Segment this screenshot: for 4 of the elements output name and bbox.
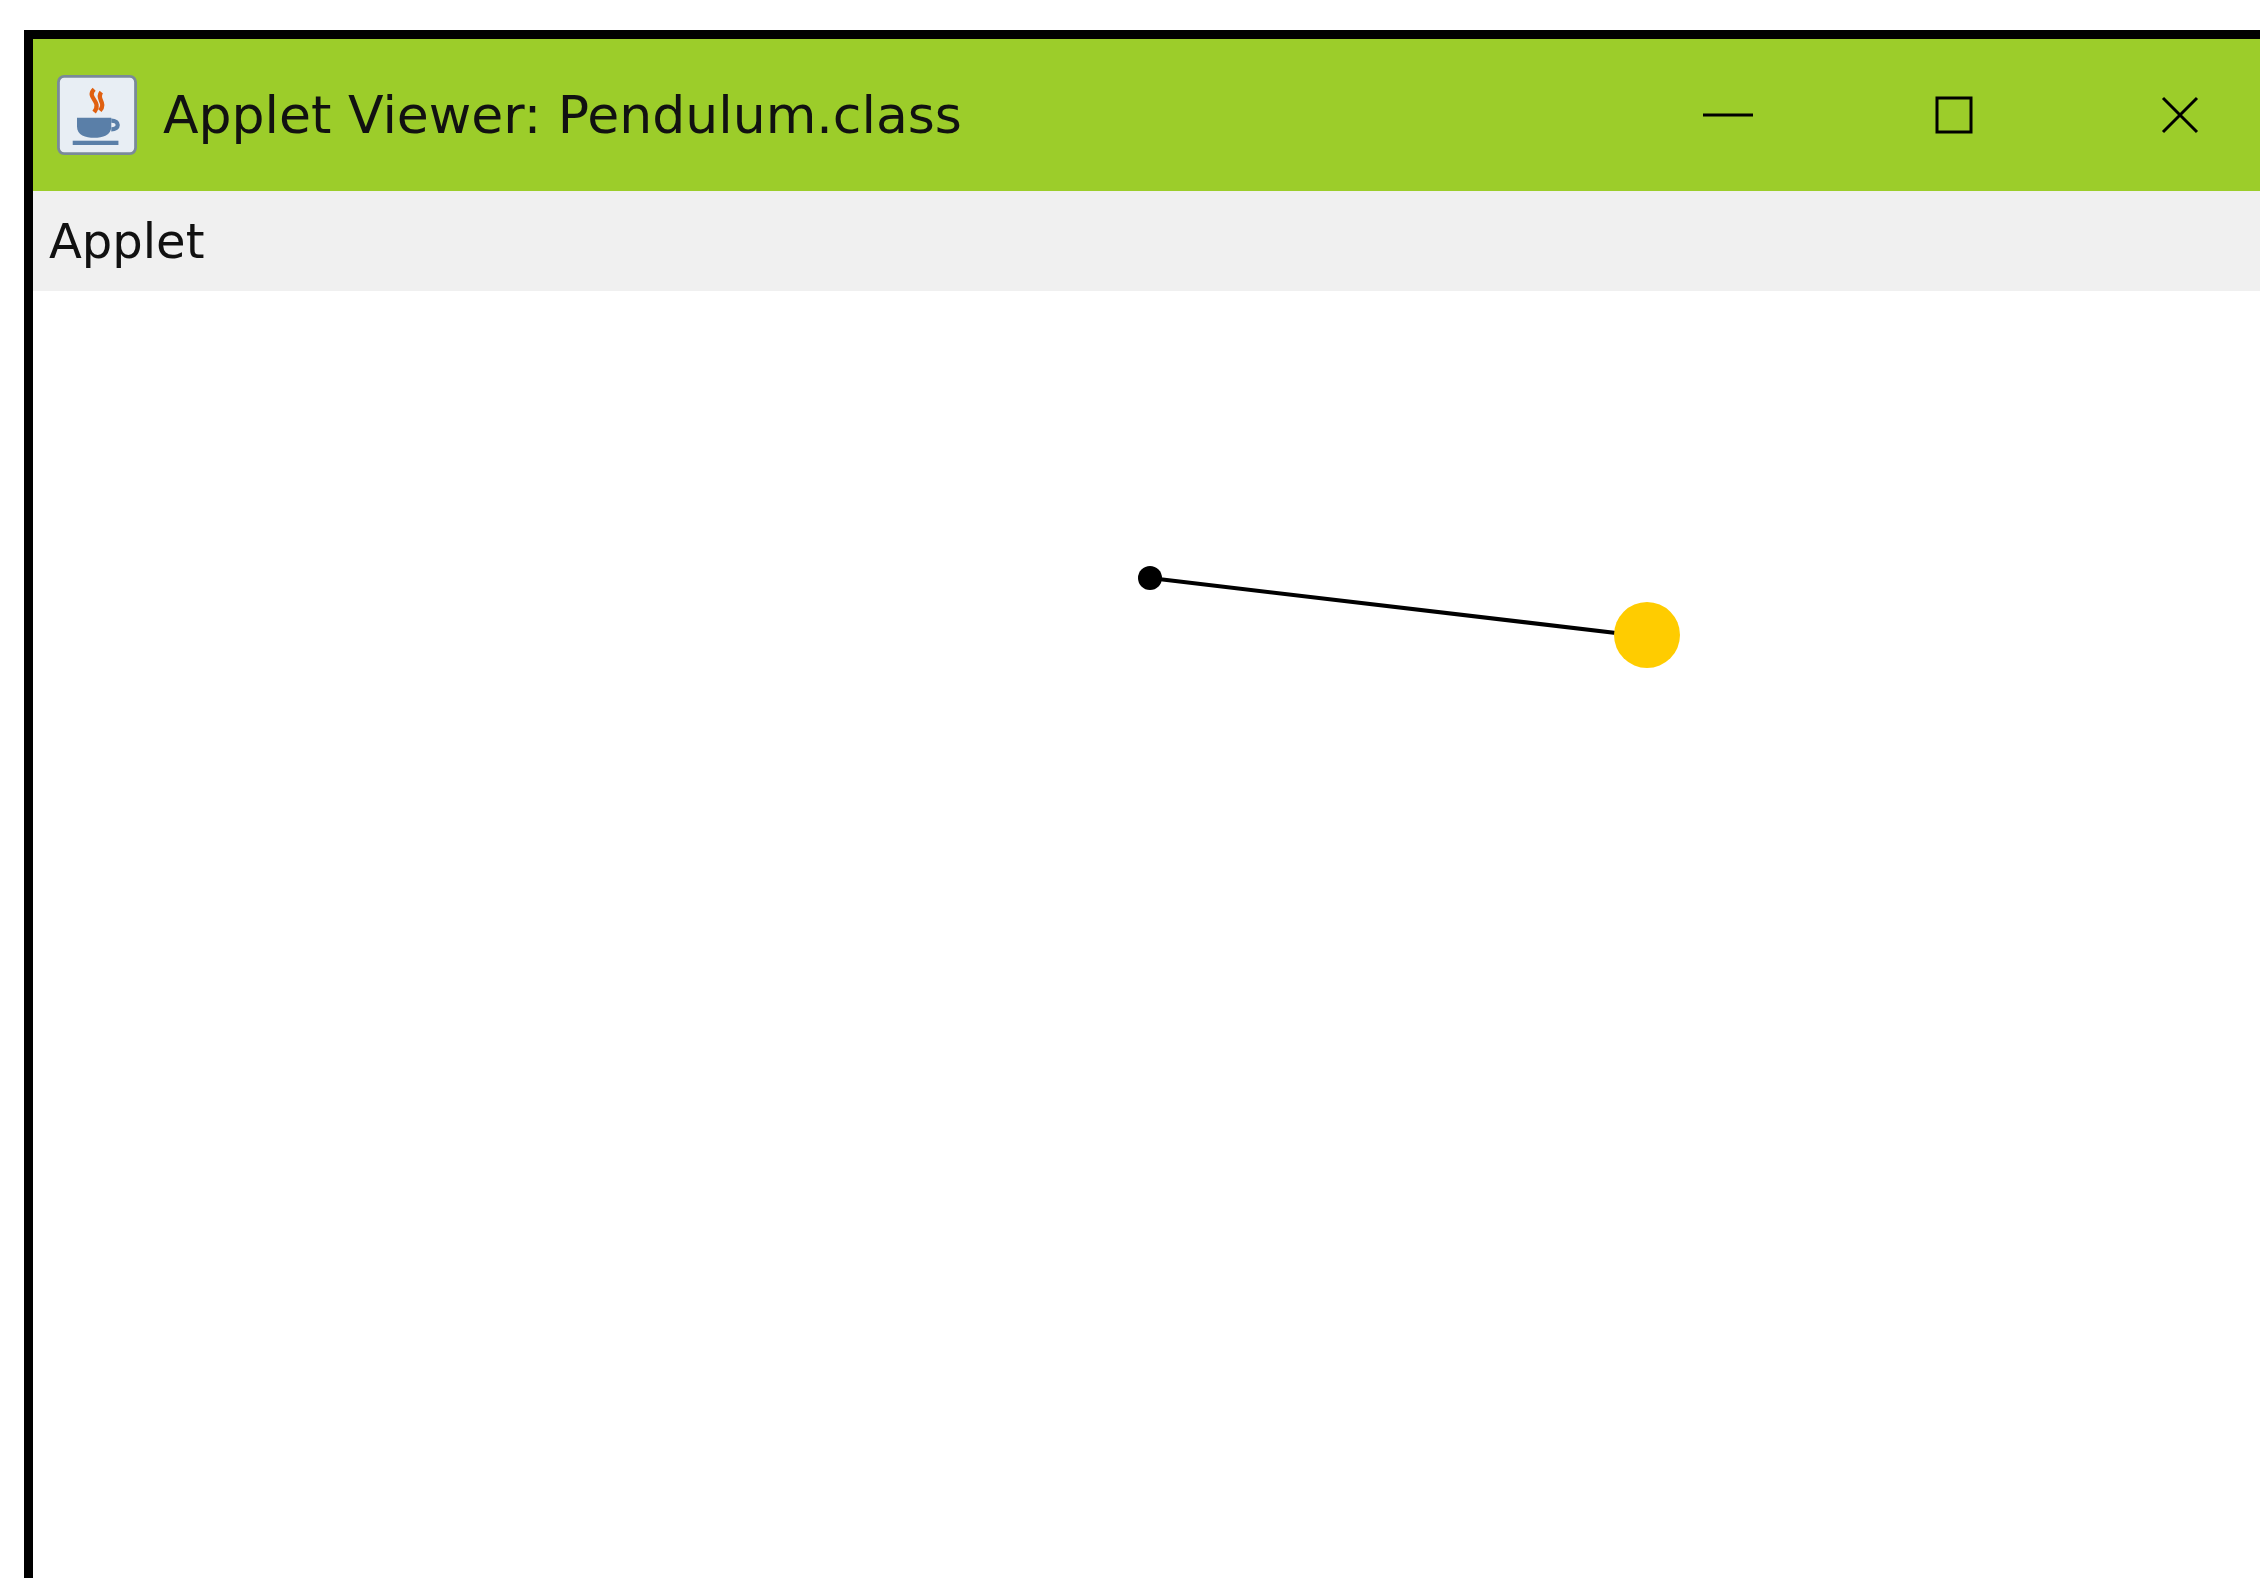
menu-item[interactable]: Applet [49, 213, 205, 269]
minimize-icon [1703, 113, 1753, 117]
coffee-cup-icon [57, 75, 137, 155]
window-title: Applet Viewer: Pendulum.class [163, 85, 962, 145]
